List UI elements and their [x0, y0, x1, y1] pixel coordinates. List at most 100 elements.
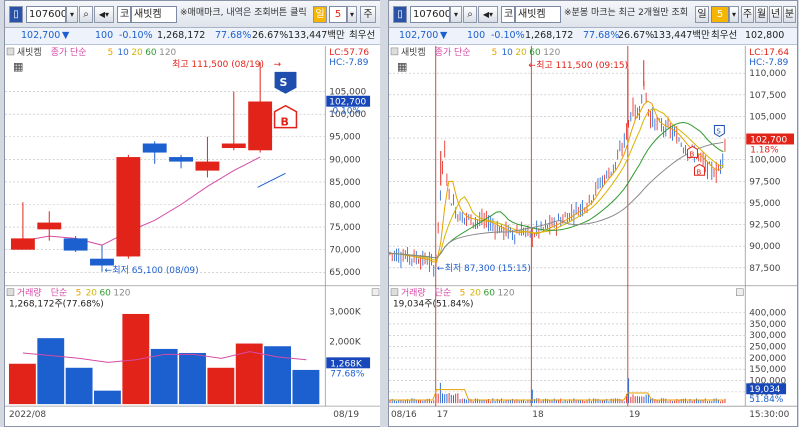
volume-axis-tick: 400,000	[749, 309, 786, 319]
legend-ma-type: 종가 단순	[51, 47, 87, 58]
volume-bar	[37, 338, 65, 405]
code-dropdown-icon[interactable]: ▾	[450, 6, 462, 23]
candle-body[interactable]	[90, 258, 114, 266]
price-axis-tick: 107,500	[749, 91, 786, 101]
candle-body[interactable]	[248, 101, 273, 151]
daily-candlestick-chart[interactable]: 새빗켐 종가 단순 5 10 20 60 120 ▦ LC:57.76 HC:-…	[5, 45, 383, 427]
code-dropdown-icon[interactable]: ▾	[66, 6, 78, 23]
search-icon[interactable]: ⌕	[79, 6, 93, 23]
volume-bar	[292, 369, 320, 405]
settings-icon[interactable]	[390, 47, 399, 56]
minute-chart-pane: ▯ 107600 ▾ ⌕ ◀▾ 코 새빗켐 ※분봉 마크는 최근 2개월만 조회…	[388, 0, 798, 427]
price-tag-value: 102,700	[750, 135, 787, 145]
current-price: 102,700	[399, 30, 439, 41]
vol-tag-rate: 51.84%	[749, 395, 783, 405]
speaker-icon[interactable]: ◀▾	[94, 6, 114, 23]
legend-ma10: 10	[117, 48, 129, 58]
legend-ma10: 10	[501, 48, 513, 58]
vol-legend-ma120: 120	[497, 289, 514, 299]
right-toolbar: ▯ 107600 ▾ ⌕ ◀▾ 코 새빗켐 ※분봉 마크는 최근 2개월만 조회…	[389, 1, 797, 28]
minute-candlestick-chart[interactable]: 새빗켐 종가 단순 5 10 20 60 120 ▦ LC:17.64 HC:-…	[389, 45, 797, 427]
legend-stock-name: 새빗켐	[17, 46, 42, 58]
legend-stock-name: 새빗켐	[401, 46, 426, 58]
volume-bar	[207, 367, 235, 405]
period-month-button[interactable]: 월	[755, 6, 768, 23]
period-year-button[interactable]: 년	[769, 6, 782, 23]
vol-total-text: 1,268,172주(77.68%)	[9, 299, 104, 310]
volume-value: 1,268,172	[157, 30, 206, 41]
low-arrow-icon: ←	[437, 264, 445, 274]
best-quote-label: 최우선	[349, 30, 376, 41]
price-axis-tick: 97,500	[749, 177, 781, 187]
vol-legend-ma20: 20	[86, 289, 98, 299]
legend-ma20: 20	[131, 48, 143, 58]
menu-icon[interactable]: ▯	[393, 6, 407, 23]
candle-body[interactable]	[10, 238, 35, 250]
volume-settings-icon[interactable]	[6, 288, 15, 296]
volume-bar	[94, 390, 121, 405]
hc-label: HC:-7.89	[749, 58, 788, 68]
volume-ratio: 77.68%	[583, 30, 620, 41]
grid-toggle-icon[interactable]: ▦	[13, 60, 23, 73]
volume-bar	[235, 343, 263, 405]
vol-legend-ma5: 5	[76, 289, 82, 299]
volume-settings-icon[interactable]	[390, 288, 399, 296]
period-week-button[interactable]: 주	[360, 6, 376, 23]
marquee-text: ※매매마크, 내역은 조회버튼 클릭	[180, 8, 307, 18]
ma60-line	[389, 122, 724, 259]
price-direction-icon: ▼	[62, 30, 70, 41]
price-axis-tick: 95,000	[749, 199, 781, 209]
candle-body[interactable]	[221, 143, 246, 149]
vol-tag-value: 1,268K	[330, 359, 363, 369]
maximize-icon[interactable]	[371, 288, 380, 296]
vol-legend-ma20: 20	[470, 289, 482, 299]
candle-body[interactable]	[169, 157, 194, 162]
price-rate: -0.10%	[119, 30, 153, 41]
period-value-input[interactable]: 5	[329, 6, 347, 23]
volume-bar	[65, 367, 93, 405]
price-change: 100	[467, 30, 486, 41]
candle-body[interactable]	[63, 238, 88, 251]
price-direction-icon: ▼	[440, 30, 448, 41]
period-dropdown-icon[interactable]: ▾	[729, 6, 739, 23]
volume-bar	[8, 363, 36, 405]
hc-label: HC:-7.89	[329, 58, 368, 68]
candle-body[interactable]	[195, 161, 220, 171]
ma20-line	[389, 108, 724, 261]
menu-icon[interactable]: ▯	[9, 6, 23, 23]
vol-legend-type: 단순	[51, 288, 67, 299]
stock-code-input[interactable]: 107600	[26, 6, 66, 23]
pane-separator[interactable]	[380, 0, 388, 427]
candle-body[interactable]	[142, 143, 167, 153]
x-axis-end: 15:30:00	[749, 410, 789, 420]
volume-bars	[8, 313, 320, 405]
vol-axis-top: 3,000K	[329, 308, 362, 318]
search-icon[interactable]: ⌕	[463, 6, 477, 23]
high-arrow-icon: ←	[528, 61, 536, 71]
speaker-icon[interactable]: ◀▾	[478, 6, 498, 23]
price-axis-tick: 70,000	[329, 246, 361, 256]
settings-icon[interactable]	[6, 47, 15, 56]
candle-body[interactable]	[116, 157, 141, 257]
vol-axis-mid: 2,000K	[329, 337, 362, 347]
period-value-input[interactable]: 5	[711, 6, 729, 23]
left-quote-bar: 102,700 ▼ 100 -0.10% 1,268,172 77.68% 26…	[5, 28, 383, 45]
maximize-icon[interactable]	[736, 288, 744, 296]
period-day-button[interactable]: 일	[695, 6, 709, 23]
price-axis-tick: 105,000	[749, 112, 786, 122]
grid-toggle-icon[interactable]: ▦	[397, 60, 407, 73]
period-dropdown-icon[interactable]: ▾	[347, 6, 357, 23]
stock-code-input[interactable]: 107600	[410, 6, 450, 23]
period-day-button[interactable]: 일	[313, 6, 327, 23]
vol-legend-ma60: 60	[100, 289, 112, 299]
low-annotation: 최저 87,300 (15:15)	[445, 263, 531, 274]
period-minute-button[interactable]: 분	[783, 6, 796, 23]
x-label-day2: 17	[437, 410, 448, 420]
vol-legend-name: 거래량	[17, 287, 42, 299]
price-tag-rate: 1.18%	[750, 145, 778, 155]
volume-axis: 400,000350,000300,000 250,000200,000150,0…	[389, 309, 787, 398]
candle-body[interactable]	[37, 222, 62, 230]
period-week-button[interactable]: 주	[741, 6, 754, 23]
price-tag-rate: -0.10%	[329, 107, 361, 117]
stock-name: 새빗켐	[515, 6, 561, 23]
